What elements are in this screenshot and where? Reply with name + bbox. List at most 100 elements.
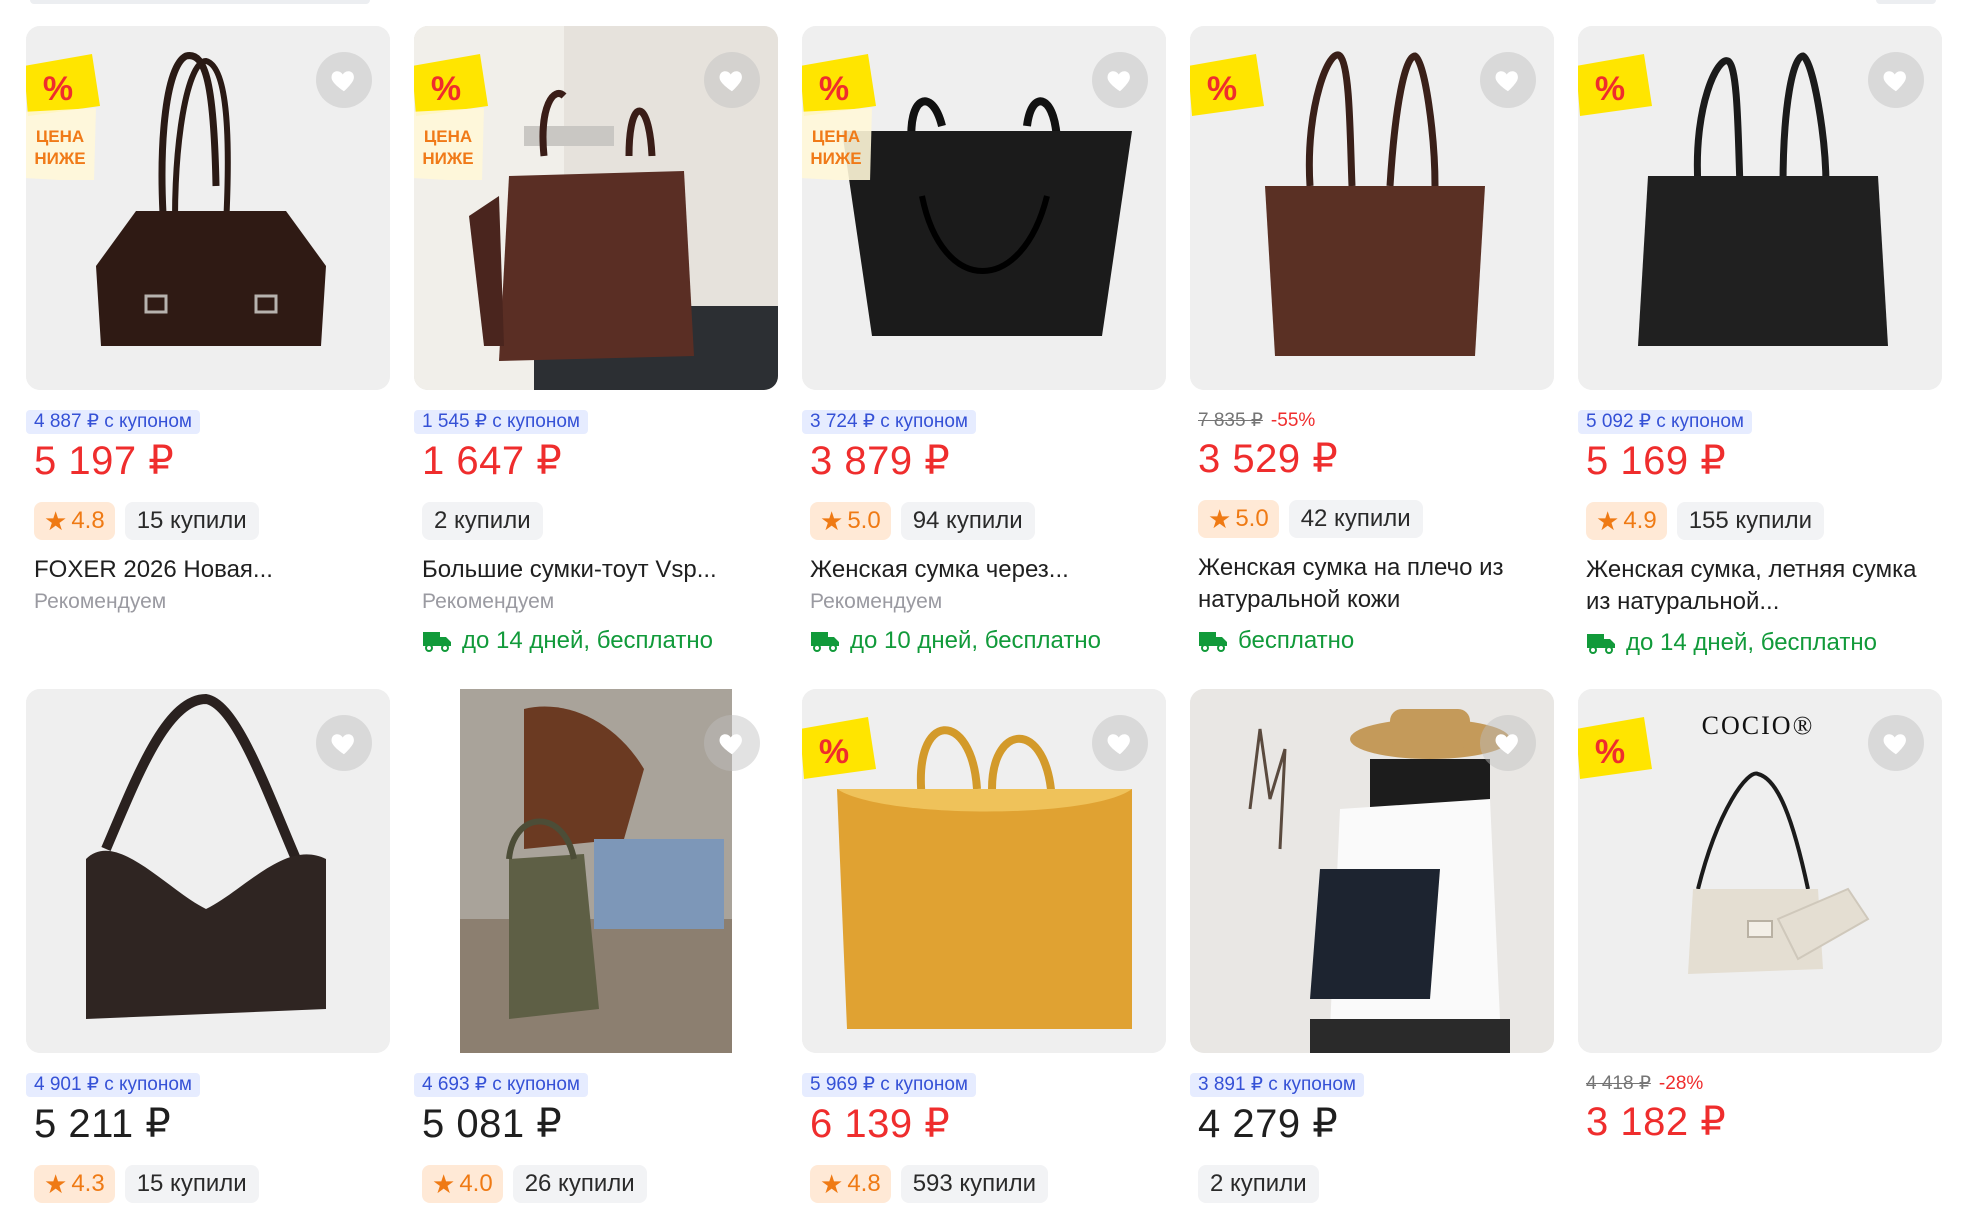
star-icon: ★	[820, 506, 844, 536]
bought-count: 26 купили	[512, 1165, 647, 1203]
favorite-button[interactable]	[1092, 52, 1148, 108]
star-icon: ★	[432, 1169, 456, 1199]
coupon-price: 4 887 ₽ с купоном	[26, 410, 200, 434]
coupon-price: 3 891 ₽ с купоном	[1190, 1073, 1364, 1097]
product-title[interactable]: FOXER 2026 Новая...	[26, 554, 366, 586]
product-title[interactable]: Женская сумка через...	[802, 554, 1142, 586]
bought-count: 42 купили	[1288, 500, 1423, 538]
svg-text:ЦЕНА: ЦЕНА	[812, 127, 860, 146]
product-image[interactable]: % ЦЕНА НИЖЕ	[802, 26, 1166, 390]
heart-icon	[1107, 734, 1130, 755]
svg-text:%: %	[431, 70, 461, 108]
svg-text:ЦЕНА: ЦЕНА	[36, 127, 84, 146]
product-image[interactable]: COCIO® %	[1578, 689, 1942, 1053]
favorite-button[interactable]	[1480, 715, 1536, 771]
price-lower-badge: % ЦЕНА НИЖЕ	[26, 50, 100, 180]
favorite-button[interactable]	[704, 52, 760, 108]
heart-icon	[1883, 71, 1906, 92]
favorite-button[interactable]	[1868, 52, 1924, 108]
product-card[interactable]: % 7 835 ₽ -55% 3 529 ₽ ★ 5.0 42 купили Же…	[1190, 26, 1554, 689]
favorite-button[interactable]	[316, 715, 372, 771]
price-lower-badge: % ЦЕНА НИЖЕ	[414, 50, 488, 180]
product-card[interactable]: 4 693 ₽ с купоном 5 081 ₽ ★ 4.0 26 купили	[414, 689, 778, 1214]
product-image[interactable]: %	[1578, 26, 1942, 390]
product-image[interactable]: % ЦЕНА НИЖЕ	[26, 26, 390, 390]
star-icon: ★	[1208, 504, 1232, 534]
truck-icon	[423, 632, 451, 652]
heart-icon	[719, 71, 742, 92]
truck-icon	[1199, 632, 1227, 652]
discount-percent: -28%	[1658, 1073, 1704, 1094]
old-price-row: 4 418 ₽ -28%	[1578, 1073, 1942, 1095]
product-image[interactable]: %	[802, 689, 1166, 1053]
product-card[interactable]: 4 901 ₽ с купоном 5 211 ₽ ★ 4.3 15 купили	[26, 689, 390, 1214]
discount-badge: %	[1190, 50, 1264, 120]
star-icon: ★	[820, 1169, 844, 1199]
recommended-label: Рекомендуем	[422, 590, 555, 613]
product-card[interactable]: % ЦЕНА НИЖЕ 3 724 ₽ с купоном 3 879 ₽ ★ 5…	[802, 26, 1166, 689]
previous-row-edge	[30, 0, 1936, 4]
favorite-button[interactable]	[1868, 715, 1924, 771]
price: 5 081 ₽	[422, 1102, 563, 1146]
product-image[interactable]	[26, 689, 390, 1053]
coupon-price: 3 724 ₽ с купоном	[802, 410, 976, 434]
star-icon: ★	[44, 1169, 68, 1199]
svg-text:%: %	[1595, 70, 1625, 108]
bought-count: 2 купили	[422, 502, 543, 540]
product-image[interactable]	[1190, 689, 1554, 1053]
heart-icon	[1495, 71, 1518, 92]
product-card[interactable]: % 5 969 ₽ с купоном 6 139 ₽ ★ 4.8 593 куп…	[802, 689, 1166, 1214]
discount-badge: %	[802, 713, 876, 783]
rating-badge: ★ 4.8	[810, 1165, 891, 1203]
rating-badge: ★ 4.0	[422, 1165, 503, 1203]
svg-text:ЦЕНА: ЦЕНА	[424, 127, 472, 146]
price: 5 197 ₽	[34, 439, 175, 483]
old-price: 4 418 ₽	[1586, 1073, 1651, 1094]
bought-count: 15 купили	[124, 1165, 259, 1203]
product-card[interactable]: % 5 092 ₽ с купоном 5 169 ₽ ★ 4.9 155 куп…	[1578, 26, 1942, 689]
favorite-button[interactable]	[316, 52, 372, 108]
brand-logo: COCIO®	[1702, 711, 1815, 740]
recommended-label: Рекомендуем	[810, 590, 943, 613]
favorite-button[interactable]	[1480, 52, 1536, 108]
bought-count: 15 купили	[124, 502, 259, 540]
product-title[interactable]: Большие сумки-тоут Vsp...	[414, 554, 754, 586]
coupon-price: 4 693 ₽ с купоном	[414, 1073, 588, 1097]
coupon-price: 4 901 ₽ с купоном	[26, 1073, 200, 1097]
rating-badge: ★ 4.9	[1586, 502, 1667, 540]
star-icon: ★	[44, 506, 68, 536]
product-image[interactable]	[414, 689, 778, 1053]
discount-badge: %	[1578, 713, 1652, 783]
svg-text:%: %	[1207, 70, 1237, 108]
recommended-label: Рекомендуем	[34, 590, 167, 613]
product-card[interactable]: COCIO® % 4 418 ₽ -28% 3 182 ₽	[1578, 689, 1942, 1214]
heart-icon	[719, 734, 742, 755]
rating-badge: ★ 5.0	[1198, 500, 1279, 538]
favorite-button[interactable]	[1092, 715, 1148, 771]
delivery-info: до 14 дней, бесплатно	[414, 626, 778, 656]
bought-count: 2 купили	[1198, 1165, 1319, 1203]
price: 3 182 ₽	[1586, 1100, 1727, 1144]
discount-badge: %	[1578, 50, 1652, 120]
discount-percent: -55%	[1270, 410, 1316, 431]
price: 5 211 ₽	[34, 1102, 172, 1146]
favorite-button[interactable]	[704, 715, 760, 771]
product-card[interactable]: 3 891 ₽ с купоном 4 279 ₽ 2 купили	[1190, 689, 1554, 1214]
truck-icon	[811, 632, 839, 652]
product-card[interactable]: % ЦЕНА НИЖЕ 4 887 ₽ с купоном 5 197 ₽ ★ 4…	[26, 26, 390, 689]
heart-icon	[1495, 734, 1518, 755]
product-grid: % ЦЕНА НИЖЕ 4 887 ₽ с купоном 5 197 ₽ ★ 4…	[26, 26, 1942, 1214]
product-title[interactable]: Женская сумка, летняя сумка из натуральн…	[1578, 554, 1918, 618]
product-image[interactable]: % ЦЕНА НИЖЕ	[414, 26, 778, 390]
svg-text:%: %	[819, 733, 849, 771]
svg-text:НИЖЕ: НИЖЕ	[810, 149, 861, 168]
heart-icon	[1883, 734, 1906, 755]
rating-badge: ★ 5.0	[810, 502, 891, 540]
star-icon: ★	[1596, 506, 1620, 536]
product-image[interactable]: %	[1190, 26, 1554, 390]
svg-text:НИЖЕ: НИЖЕ	[422, 149, 473, 168]
price: 5 169 ₽	[1586, 439, 1727, 483]
product-card[interactable]: % ЦЕНА НИЖЕ 1 545 ₽ с купоном 1 647 ₽ 2 …	[414, 26, 778, 689]
coupon-price: 5 969 ₽ с купоном	[802, 1073, 976, 1097]
product-title[interactable]: Женская сумка на плечо из натуральной ко…	[1190, 552, 1530, 616]
